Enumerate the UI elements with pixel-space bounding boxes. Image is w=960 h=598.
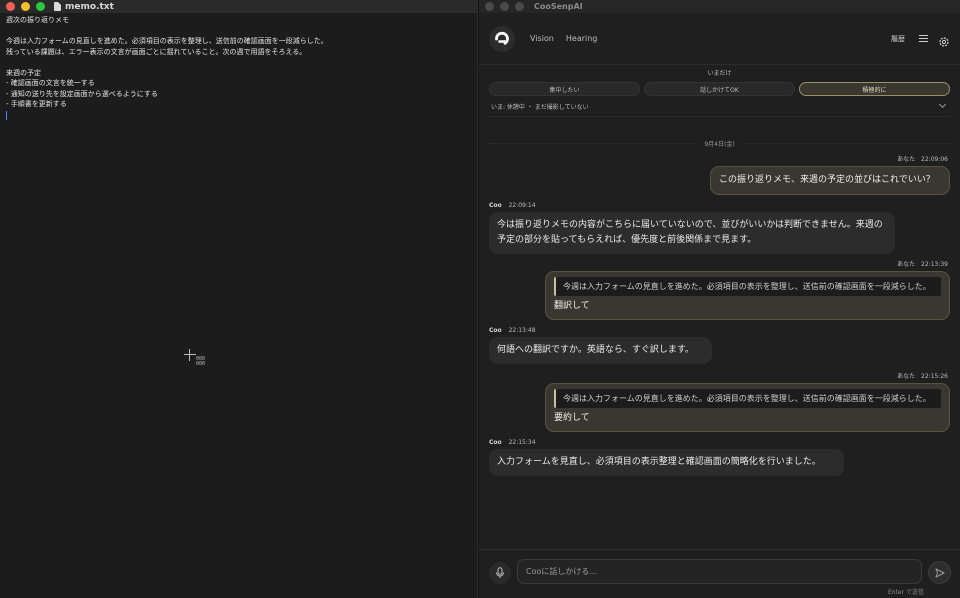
mic-icon xyxy=(496,567,504,578)
assistant-message: 何語への翻訳ですか。英語なら、すぐ訳します。 xyxy=(489,337,712,364)
message-composer: Enter で送信 xyxy=(479,549,960,598)
message-author: Coo xyxy=(489,439,502,446)
message-time: 22:15:26 xyxy=(921,373,948,380)
message-author: あなた xyxy=(897,373,916,380)
app-header: Vision Hearing 履歴 xyxy=(479,13,960,65)
assistant-message: 入力フォームを見直し、必須項目の表示整理と確認画面の簡略化を行いました。 xyxy=(489,449,844,476)
message-author: Coo xyxy=(489,202,502,209)
message-author: あなた xyxy=(897,261,916,268)
divider xyxy=(489,116,950,117)
editor-line: - 手順書を更新する xyxy=(6,100,67,108)
message-time: 22:13:39 xyxy=(921,261,948,268)
menu-icon[interactable] xyxy=(919,35,928,42)
mode-focus-button[interactable]: 集中したい xyxy=(489,82,640,96)
close-window-button[interactable] xyxy=(6,2,15,11)
user-message-with-quote: 今週は入力フォームの見直しを進めた。必須項目の表示を整理し、送信前の確認画面を一… xyxy=(545,383,950,432)
message-time: 22:09:14 xyxy=(508,202,536,209)
minimize-window-button[interactable] xyxy=(500,2,509,11)
quoted-text: 今週は入力フォームの見直しを進めた。必須項目の表示を整理し、送信前の確認画面を一… xyxy=(554,277,941,296)
editor-line: - 通知の送り先を設定画面から選べるようにする xyxy=(6,89,158,98)
window-controls xyxy=(479,2,524,11)
app-titlebar: CooSenpAI xyxy=(479,0,960,13)
editor-file-name: memo.txt xyxy=(65,1,114,12)
status-row[interactable]: いま: 休憩中 ・ まだ撮影していない xyxy=(489,96,950,112)
close-window-button[interactable] xyxy=(485,2,494,11)
document-icon xyxy=(54,2,61,11)
divider xyxy=(489,142,697,144)
send-icon xyxy=(935,568,944,577)
user-message-text: 翻訳して xyxy=(554,301,590,311)
crosshair-cursor-icon xyxy=(184,349,196,361)
header-actions: 履歴 xyxy=(887,31,950,47)
assistant-message: 今は振り返りメモの内容がこちらに届いていないので、並びがいいかは判断できません。… xyxy=(489,212,895,254)
divider xyxy=(742,142,951,144)
minimize-window-button[interactable] xyxy=(21,2,30,11)
send-shortcut-hint: Enter で送信 xyxy=(887,589,924,596)
date-separator: 9月4日(金) xyxy=(489,137,951,149)
status-text: いま: 休憩中 ・ まだ撮影していない xyxy=(491,103,589,111)
editor-titlebar: memo.txt xyxy=(0,0,477,13)
quoted-text: 今週は入力フォームの見直しを進めた。必須項目の表示を整理し、送信前の確認画面を一… xyxy=(554,389,941,408)
mode-talk-ok-button[interactable]: 話しかけてOK xyxy=(644,82,795,96)
chevron-down-icon[interactable] xyxy=(938,100,947,109)
coo-app-window: CooSenpAI Vision Hearing 履歴 いまだけ 集中したい 話… xyxy=(479,0,960,598)
cursor-coordinate-readout: 000 000 xyxy=(196,357,205,367)
app-logo-icon xyxy=(489,25,515,52)
message-meta: Coo 22:15:34 xyxy=(489,438,950,448)
user-message-text: 要約して xyxy=(554,413,590,423)
editor-line: - 確認画面の文言を統一する xyxy=(6,79,95,87)
editor-blank-line xyxy=(6,26,471,37)
text-editor-window: memo.txt 週次の振り返りメモ 今週は入力フォームの見直しを進めた。必須項… xyxy=(0,0,478,598)
message-input[interactable] xyxy=(517,559,922,584)
editor-line: 週次の振り返りメモ xyxy=(6,16,69,24)
editor-line: 来週の予定 xyxy=(6,68,41,77)
message-author: Coo xyxy=(489,327,502,334)
message-author: あなた xyxy=(897,156,916,163)
mode-selector: いまだけ 集中したい 話しかけてOK 積極的に いま: 休憩中 ・ まだ撮影して… xyxy=(479,65,960,117)
editor-blank-line xyxy=(6,57,471,68)
message-time: 22:15:34 xyxy=(508,439,536,446)
editor-line: 今週は入力フォームの見直しを進めた。必須項目の表示を整理し、送信前の確認画面を一… xyxy=(6,37,328,45)
chat-thread[interactable]: 9月4日(金) あなた 22:09:06 この振り返りメモ、来週の予定の並びはこ… xyxy=(479,125,960,549)
mode-title: いまだけ xyxy=(707,70,732,77)
editor-file-title: memo.txt xyxy=(54,0,114,13)
tab-vision[interactable]: Vision xyxy=(525,31,559,46)
cursor-readout-line: 000 xyxy=(196,361,206,367)
history-button[interactable]: 履歴 xyxy=(887,31,909,47)
send-button[interactable] xyxy=(928,561,951,584)
message-time: 22:09:06 xyxy=(921,156,948,163)
mic-button[interactable] xyxy=(489,562,511,584)
message-meta: あなた 22:09:06 xyxy=(489,155,948,165)
message-meta: Coo 22:13:48 xyxy=(489,326,950,336)
message-time: 22:13:48 xyxy=(508,327,536,334)
gear-icon[interactable] xyxy=(938,33,950,47)
zoom-window-button[interactable] xyxy=(36,2,45,11)
user-message-with-quote: 今週は入力フォームの見直しを進めた。必須項目の表示を整理し、送信前の確認画面を一… xyxy=(545,271,950,320)
message-meta: あなた 22:15:26 xyxy=(489,372,948,382)
user-message: この振り返りメモ、来週の予定の並びはこれでいい？ xyxy=(710,166,950,195)
window-controls xyxy=(0,2,45,11)
editor-line: 残っている課題は、エラー表示の文言が画面ごとに揺れていること。次の週で用語をそろ… xyxy=(6,47,307,56)
message-meta: あなた 22:13:39 xyxy=(489,260,948,270)
date-label: 9月4日(金) xyxy=(704,140,735,148)
tab-hearing[interactable]: Hearing xyxy=(561,31,603,46)
app-window-title: CooSenpAI xyxy=(534,2,583,11)
zoom-window-button[interactable] xyxy=(515,2,524,11)
message-meta: Coo 22:09:14 xyxy=(489,201,950,211)
text-caret xyxy=(6,110,7,120)
mode-options: 集中したい 話しかけてOK 積極的に xyxy=(489,82,950,96)
editor-text-area[interactable]: 週次の振り返りメモ 今週は入力フォームの見直しを進めた。必須項目の表示を整理し、… xyxy=(0,13,477,122)
mode-proactive-button[interactable]: 積極的に xyxy=(799,82,950,96)
